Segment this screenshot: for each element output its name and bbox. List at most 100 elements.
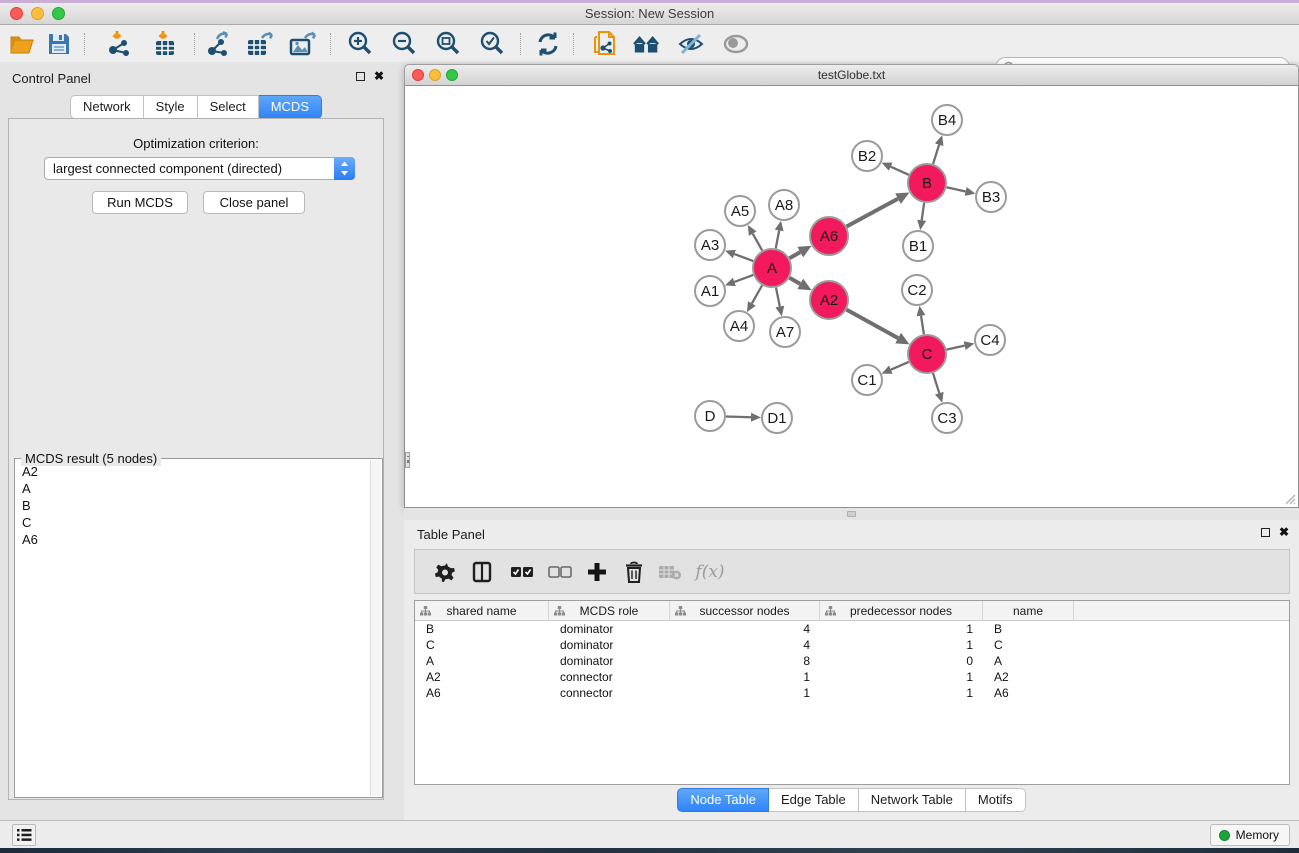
resize-grip-icon[interactable] [1282,491,1296,505]
result-list-item[interactable]: A2 [16,463,370,480]
table-cell[interactable]: 1 [820,621,983,637]
graph-node-C[interactable]: C [908,335,946,373]
table-row[interactable]: Bdominator41B [415,621,1289,637]
table-row[interactable]: Cdominator41C [415,637,1289,653]
tab-network-table[interactable]: Network Table [859,788,966,812]
graph-edge-C-C2[interactable] [921,316,924,335]
column-header-successor-nodes[interactable]: successor nodes [670,601,820,621]
table-cell[interactable]: A2 [415,669,549,685]
graph-edge-A-A3[interactable] [734,254,753,261]
graph-edge-B-B1[interactable] [922,203,924,220]
graph-node-B4[interactable]: B4 [932,105,962,135]
network-window-titlebar[interactable]: testGlobe.txt [404,64,1299,86]
graph-node-A2[interactable]: A2 [810,281,848,319]
graph-node-C1[interactable]: C1 [852,365,882,395]
tab-motifs[interactable]: Motifs [966,788,1026,812]
table-row[interactable]: Adominator80A [415,653,1289,669]
table-cell[interactable]: B [983,621,1074,637]
show-selected-eye-icon[interactable] [721,30,751,58]
table-cell[interactable]: dominator [549,621,670,637]
result-list-item[interactable]: A [16,480,370,497]
table-cell[interactable]: connector [549,669,670,685]
zoom-out-icon[interactable] [389,30,419,58]
tab-network[interactable]: Network [70,95,144,119]
column-header-name[interactable]: name [983,601,1074,621]
save-session-icon[interactable] [44,30,74,58]
graph-edge-B-B2[interactable] [891,167,909,175]
open-file-icon[interactable] [8,30,38,58]
tab-select[interactable]: Select [198,95,259,119]
graph-edge-A-A2[interactable] [789,278,800,284]
export-network-icon[interactable] [203,30,233,58]
graph-edge-A-A6[interactable] [789,252,800,258]
import-network-icon[interactable] [104,30,134,58]
export-table-icon[interactable] [245,30,275,58]
tab-node-table[interactable]: Node Table [677,788,769,812]
table-cell[interactable]: 1 [820,685,983,701]
graph-node-A7[interactable]: A7 [770,317,800,347]
graph-node-B2[interactable]: B2 [852,141,882,171]
refresh-icon[interactable] [533,30,563,58]
canvas-side-grip[interactable] [405,452,410,468]
zoom-in-icon[interactable] [345,30,375,58]
select-columns-icon[interactable] [468,558,496,586]
close-table-panel-icon[interactable]: ✖ [1279,527,1289,537]
tab-style[interactable]: Style [144,95,198,119]
run-mcds-button[interactable]: Run MCDS [92,191,188,214]
show-all-networks-icon[interactable] [632,30,662,58]
table-cell[interactable]: 1 [670,685,820,701]
network-graph[interactable]: B4B2BB3A8A5A6A3B1AA1C2A2A4A7C4CC1C3DD1 [405,86,1298,506]
splitter-handle[interactable] [847,511,856,517]
graph-node-A[interactable]: A [753,249,791,287]
graph-node-C4[interactable]: C4 [975,325,1005,355]
horizontal-splitter[interactable] [404,508,1299,520]
float-panel-icon[interactable] [356,72,365,81]
graph-edge-A6-B[interactable] [847,199,898,227]
task-history-list-icon[interactable] [12,824,36,846]
select-all-rows-icon[interactable] [508,558,536,586]
graph-node-A4[interactable]: A4 [724,311,754,341]
table-cell[interactable]: dominator [549,653,670,669]
table-cell[interactable]: 1 [820,637,983,653]
table-cell[interactable]: 1 [670,669,820,685]
criterion-dropdown[interactable]: largest connected component (directed) [44,157,355,180]
graph-node-A6[interactable]: A6 [810,217,848,255]
graph-edge-A2-C[interactable] [847,310,899,338]
result-list-item[interactable]: B [16,497,370,514]
table-row[interactable]: A2connector11A2 [415,669,1289,685]
add-column-icon[interactable] [583,558,611,586]
result-list-item[interactable]: A6 [16,531,370,548]
deselect-all-rows-icon[interactable] [546,558,574,586]
graph-edge-A-A1[interactable] [734,275,753,282]
table-cell[interactable]: C [983,637,1074,653]
graph-node-B3[interactable]: B3 [976,182,1006,212]
column-header-MCDS-role[interactable]: MCDS role [549,601,670,621]
export-image-icon[interactable] [288,30,318,58]
graph-edge-B-B4[interactable] [933,145,939,164]
close-panel-button[interactable]: Close panel [203,191,305,214]
memory-button[interactable]: Memory [1210,824,1290,846]
table-cell[interactable]: 1 [820,669,983,685]
table-cell[interactable]: B [415,621,549,637]
zoom-selected-icon[interactable] [477,30,507,58]
graph-edge-C-C1[interactable] [891,362,909,370]
graph-node-C2[interactable]: C2 [902,275,932,305]
graph-node-D1[interactable]: D1 [762,403,792,433]
result-list-item[interactable]: C [16,514,370,531]
graph-edge-D-D1[interactable] [726,416,751,417]
graph-edge-B-B3[interactable] [947,187,966,191]
graph-edge-C-C4[interactable] [947,346,965,350]
import-table-icon[interactable] [150,30,180,58]
table-cell[interactable]: A [415,653,549,669]
float-table-panel-icon[interactable] [1261,528,1270,537]
graph-edge-C-C3[interactable] [933,373,939,393]
zoom-fit-icon[interactable] [433,30,463,58]
clone-network-icon[interactable] [590,30,620,58]
table-cell[interactable]: 4 [670,621,820,637]
table-cell[interactable]: A2 [983,669,1074,685]
table-cell[interactable]: A [983,653,1074,669]
table-cell[interactable]: connector [549,685,670,701]
tab-mcds[interactable]: MCDS [259,95,322,119]
table-cell[interactable]: 0 [820,653,983,669]
table-cell[interactable]: 4 [670,637,820,653]
